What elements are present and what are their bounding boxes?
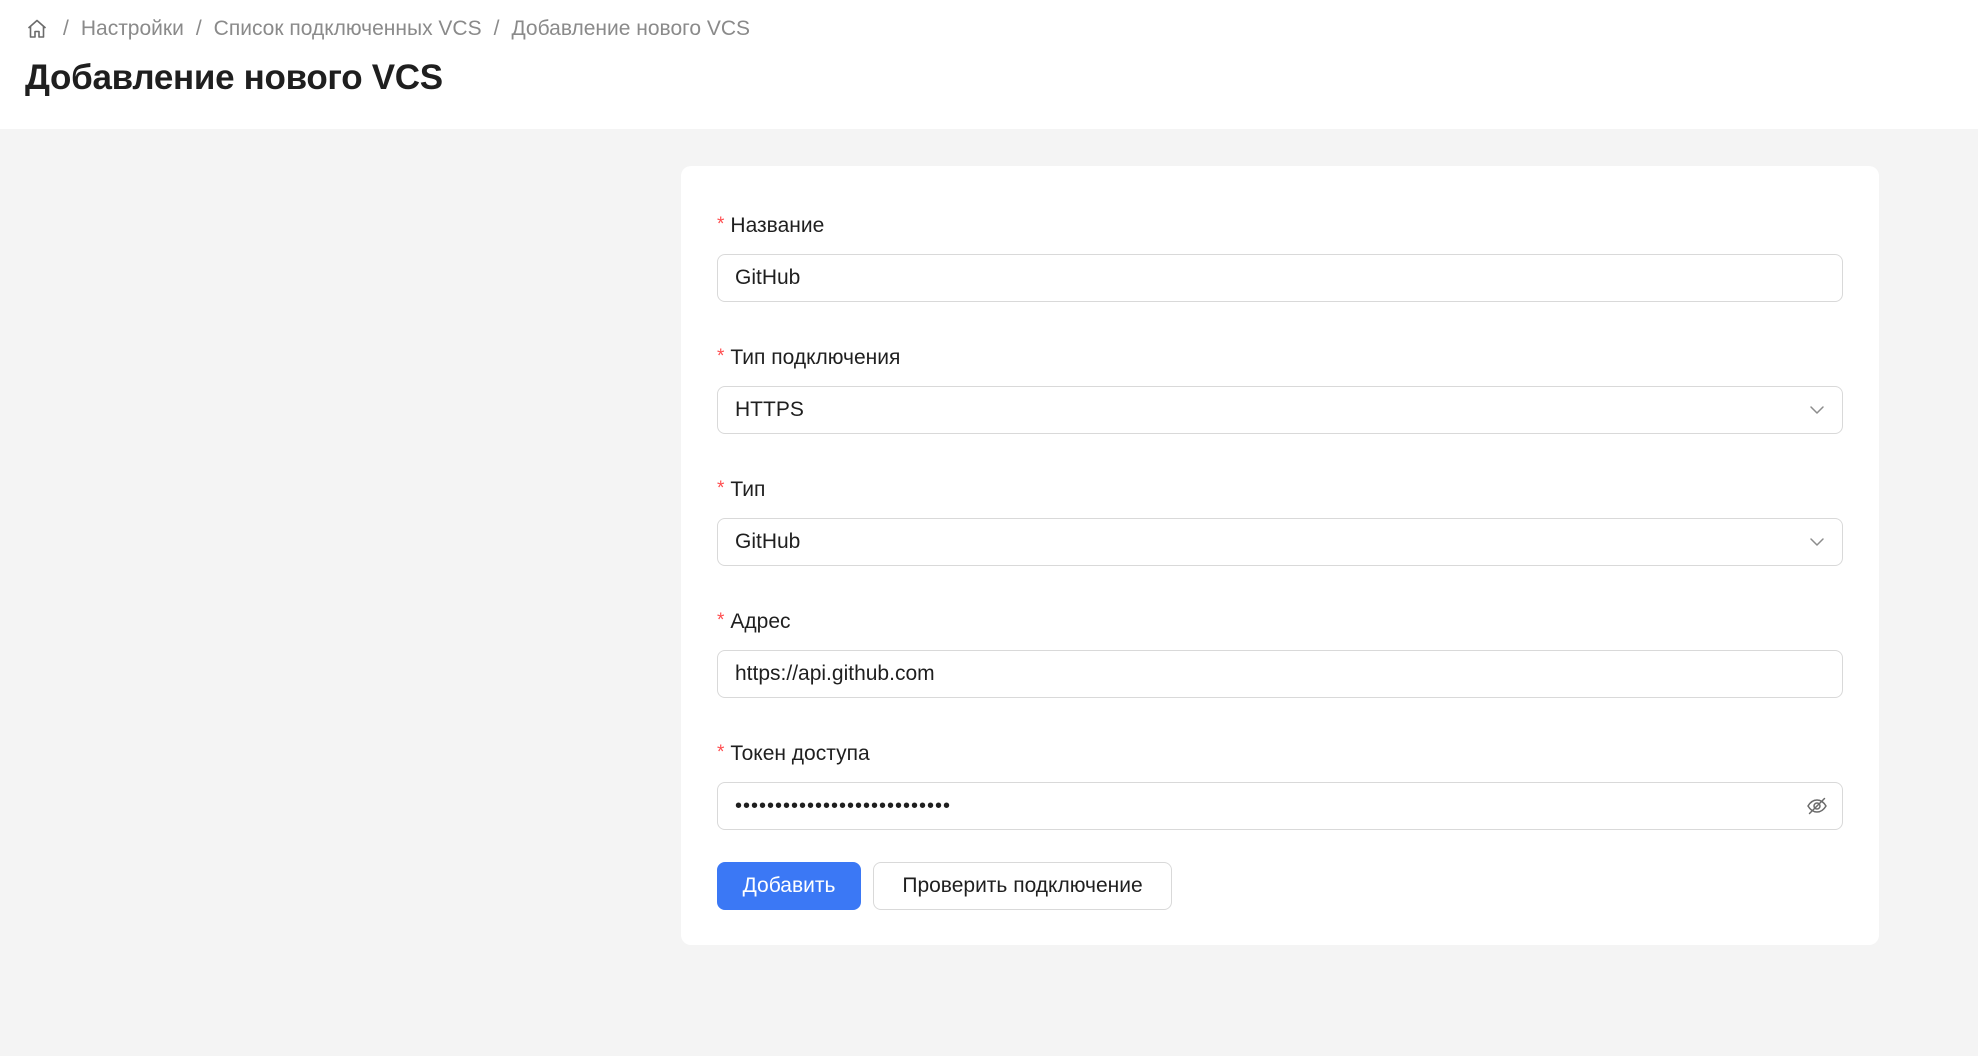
token-input-wrapper	[717, 782, 1843, 830]
type-select[interactable]: GitHub	[717, 518, 1843, 566]
breadcrumb-separator: /	[195, 17, 202, 40]
breadcrumb-item-current: Добавление нового VCS	[511, 17, 751, 40]
required-mark: *	[717, 610, 725, 631]
add-button[interactable]: Добавить	[717, 862, 861, 910]
breadcrumb-separator: /	[63, 17, 69, 40]
home-icon[interactable]	[25, 17, 49, 41]
address-input-wrapper	[717, 650, 1843, 698]
required-mark: *	[717, 742, 725, 763]
page-header: / Настройки / Список подключенных VCS / …	[0, 0, 1978, 129]
connection-type-select[interactable]: HTTPS	[717, 386, 1843, 434]
name-input-wrapper	[717, 254, 1843, 302]
token-label: * Токен доступа	[717, 738, 1843, 768]
eye-invisible-icon[interactable]	[1806, 795, 1828, 817]
required-mark: *	[717, 214, 725, 235]
name-label: * Название	[717, 210, 1843, 240]
address-label: * Адрес	[717, 606, 1843, 636]
connection-type-label-text: Тип подключения	[730, 346, 901, 369]
check-connection-button[interactable]: Проверить подключение	[873, 862, 1172, 910]
connection-type-value: HTTPS	[735, 398, 804, 421]
address-field: * Адрес	[717, 606, 1843, 698]
breadcrumb-item-settings[interactable]: Настройки	[81, 17, 184, 41]
token-label-text: Токен доступа	[730, 742, 870, 765]
type-label: * Тип	[717, 474, 1843, 504]
chevron-down-icon	[1806, 399, 1828, 421]
name-field: * Название	[717, 210, 1843, 302]
connection-type-label: * Тип подключения	[717, 342, 1843, 372]
vcs-form-card: *Название *Тип подключения HTTPS *Тип Gi…	[681, 166, 1879, 945]
breadcrumb: / Настройки / Список подключенных VCS / …	[25, 14, 750, 44]
type-value: GitHub	[735, 530, 801, 553]
name-label-text: Название	[730, 214, 825, 237]
connection-type-field: * Тип подключения HTTPS	[717, 342, 1843, 434]
type-label-text: Тип	[730, 478, 766, 501]
token-input[interactable]	[735, 783, 1825, 829]
page-title: Добавление нового VCS	[25, 58, 443, 97]
breadcrumb-item-vcs-list[interactable]: Список подключенных VCS	[214, 17, 482, 41]
required-mark: *	[717, 478, 725, 499]
address-label-text: Адрес	[730, 610, 791, 633]
breadcrumb-separator: /	[493, 17, 500, 40]
required-mark: *	[717, 346, 725, 367]
type-field: * Тип GitHub	[717, 474, 1843, 566]
chevron-down-icon	[1806, 531, 1828, 553]
token-field: * Токен доступа	[717, 738, 1843, 830]
address-input[interactable]	[735, 651, 1825, 697]
name-input[interactable]	[735, 255, 1825, 301]
